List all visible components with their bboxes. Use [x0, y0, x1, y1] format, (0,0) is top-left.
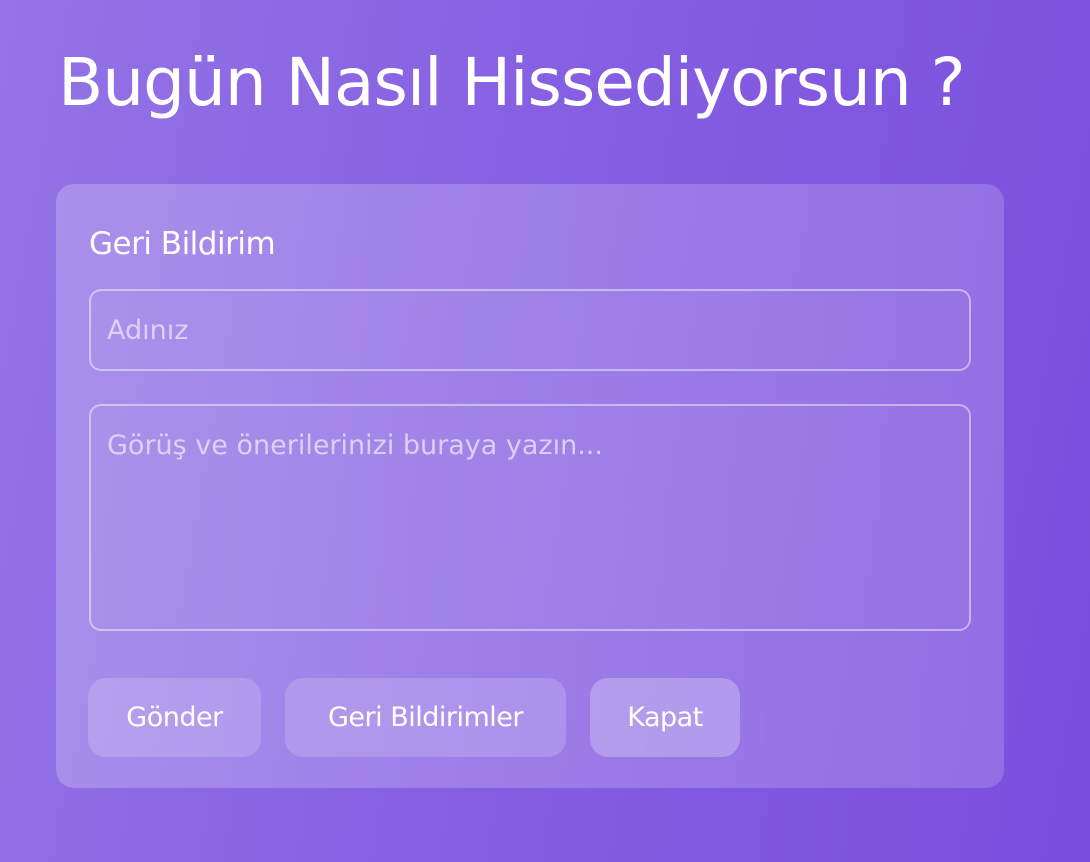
name-input[interactable]: [89, 289, 971, 371]
feedback-message-textarea[interactable]: [89, 404, 971, 631]
send-button[interactable]: Gönder: [88, 678, 261, 757]
page-title: Bugün Nasıl Hissediyorsun ?: [58, 44, 966, 121]
feedback-heading: Geri Bildirim: [89, 226, 276, 262]
close-button[interactable]: Kapat: [590, 678, 740, 757]
feedback-card: Geri Bildirim Gönder Geri Bildirimler Ka…: [56, 184, 1004, 788]
feedbacks-list-button[interactable]: Geri Bildirimler: [285, 678, 566, 757]
